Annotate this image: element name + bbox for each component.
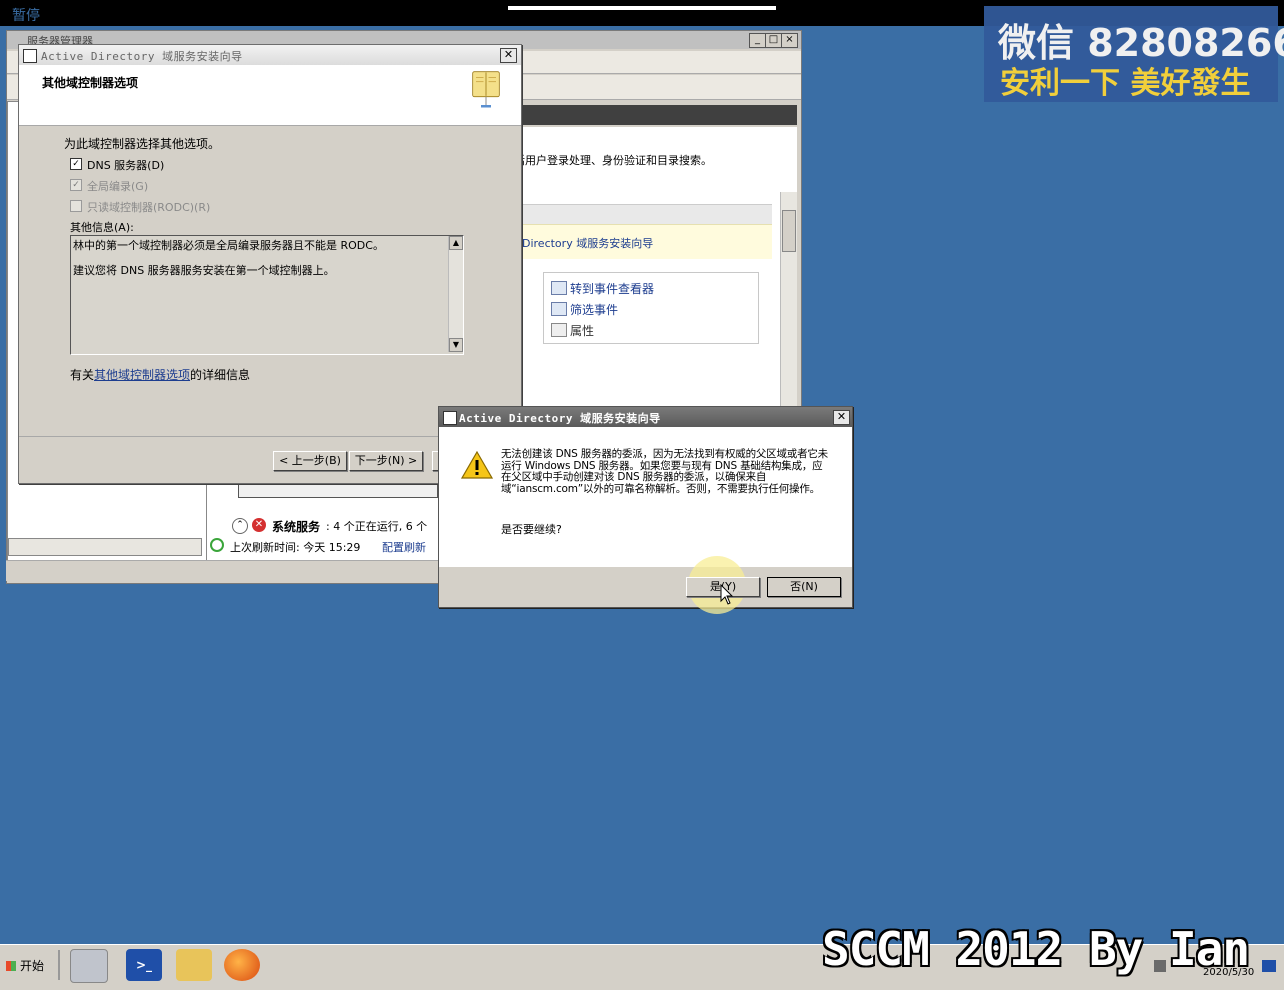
start-button[interactable]: 开始 (4, 952, 50, 980)
wizard-page-title: 其他域控制器选项 (42, 76, 139, 90)
windows-logo-icon (6, 961, 16, 971)
more-info-line-1: 林中的第一个域控制器必须是全局编录服务器且不能是 RODC。 (73, 239, 384, 252)
dns-server-checkbox[interactable]: ✓ (70, 158, 82, 170)
more-info-line-2: 建议您将 DNS 服务器服务安装在第一个域控制器上。 (73, 264, 335, 277)
warning-icon (461, 451, 493, 479)
next-button[interactable]: 下一步(N) > (349, 451, 423, 471)
book-icon (472, 71, 500, 108)
maximize-button[interactable]: □ (765, 33, 782, 48)
refresh-icon (210, 538, 224, 552)
system-services-label: 系统服务 (272, 520, 321, 534)
scroll-down-arrow-icon[interactable]: ▼ (449, 338, 463, 352)
global-catalog-checkbox: ✓ (70, 179, 82, 191)
filter-icon (551, 302, 567, 316)
clock-date[interactable]: 2020/5/30 (1203, 967, 1254, 978)
events-section-header (514, 204, 772, 225)
show-desktop-icon[interactable] (1262, 960, 1276, 972)
scroll-up-arrow-icon[interactable]: ▲ (449, 236, 463, 250)
back-button[interactable]: < 上一步(B) (273, 451, 347, 471)
wizard-title: Active Directory 域服务安装向导 (41, 50, 243, 63)
minimize-button[interactable]: _ (749, 33, 766, 48)
dialog-window-icon (443, 411, 457, 425)
content-vertical-scrollbar[interactable] (780, 192, 797, 406)
event-viewer-icon (551, 281, 567, 295)
dns-server-label[interactable]: DNS 服务器(D) (87, 157, 164, 173)
dialog-title: Active Directory 域服务安装向导 (459, 412, 661, 425)
dialog-message: 无法创建该 DNS 服务器的委派，因为无法找到有权威的父区域或者它未运行 Win… (501, 448, 828, 495)
firefox-icon[interactable] (224, 949, 260, 981)
watermark-slogan: 安利一下 美好發生 (1000, 66, 1251, 101)
more-info-label: 其他信息(A): (70, 221, 134, 234)
dialog-close-button[interactable]: ✕ (833, 410, 850, 425)
other-dc-options-link[interactable]: 其他域控制器选项 (94, 368, 190, 382)
server-manager-taskbar-icon[interactable] (70, 949, 108, 983)
role-description: 活用户登录处理、身份验证和目录搜索。 (514, 154, 712, 167)
filter-events-link[interactable]: 筛选事件 (570, 301, 618, 318)
file-explorer-icon[interactable] (176, 949, 212, 981)
rodc-label: 只读域控制器(RODC)(R) (87, 201, 211, 214)
properties-icon (551, 323, 567, 337)
inner-horizontal-scrollbar[interactable] (238, 482, 438, 498)
more-info-textbox[interactable] (70, 235, 464, 355)
wizard-window-icon (23, 49, 37, 63)
configure-refresh-link[interactable]: 配置刷新 (382, 539, 426, 555)
details-suffix: 的详细信息 (190, 368, 251, 382)
ad-wizard-link[interactable]: Directory 域服务安装向导 (522, 235, 653, 251)
top-bar-indicator (508, 6, 776, 10)
video-overlay-title: SCCM 2012 By Ian (822, 922, 1250, 976)
scroll-thumb[interactable] (782, 210, 796, 252)
tree-horizontal-scrollbar[interactable] (8, 538, 202, 556)
collapse-chevron-icon[interactable]: ⌃ (232, 518, 248, 534)
goto-event-viewer-link[interactable]: 转到事件查看器 (570, 280, 654, 297)
last-refresh-label: 上次刷新时间: 今天 15:29 (230, 541, 361, 554)
close-button[interactable]: × (781, 33, 798, 48)
more-info-scrollbar[interactable]: ▲ ▼ (448, 236, 463, 352)
start-label: 开始 (20, 959, 45, 973)
no-button[interactable]: 否(N) (767, 577, 841, 597)
details-info-line: 有关其他域控制器选项的详细信息 (70, 366, 250, 383)
mouse-pointer-icon (720, 584, 734, 605)
global-catalog-label: 全局编录(G) (87, 180, 149, 193)
wizard-intro: 为此域控制器选择其他选项。 (64, 137, 221, 151)
error-icon: ✕ (252, 518, 266, 532)
taskbar-divider (58, 950, 60, 980)
wizard-close-button[interactable]: ✕ (500, 48, 517, 63)
system-services-status: : 4 个正在运行, 6 个 (326, 520, 428, 533)
dialog-question: 是否要继续? (501, 523, 562, 536)
properties-link[interactable]: 属性 (570, 322, 594, 339)
network-tray-icon[interactable] (1154, 960, 1166, 972)
rodc-checkbox (70, 200, 82, 212)
powershell-icon[interactable]: >_ (126, 949, 162, 981)
details-prefix: 有关 (70, 368, 95, 382)
pause-label[interactable]: 暂停 (12, 5, 40, 25)
